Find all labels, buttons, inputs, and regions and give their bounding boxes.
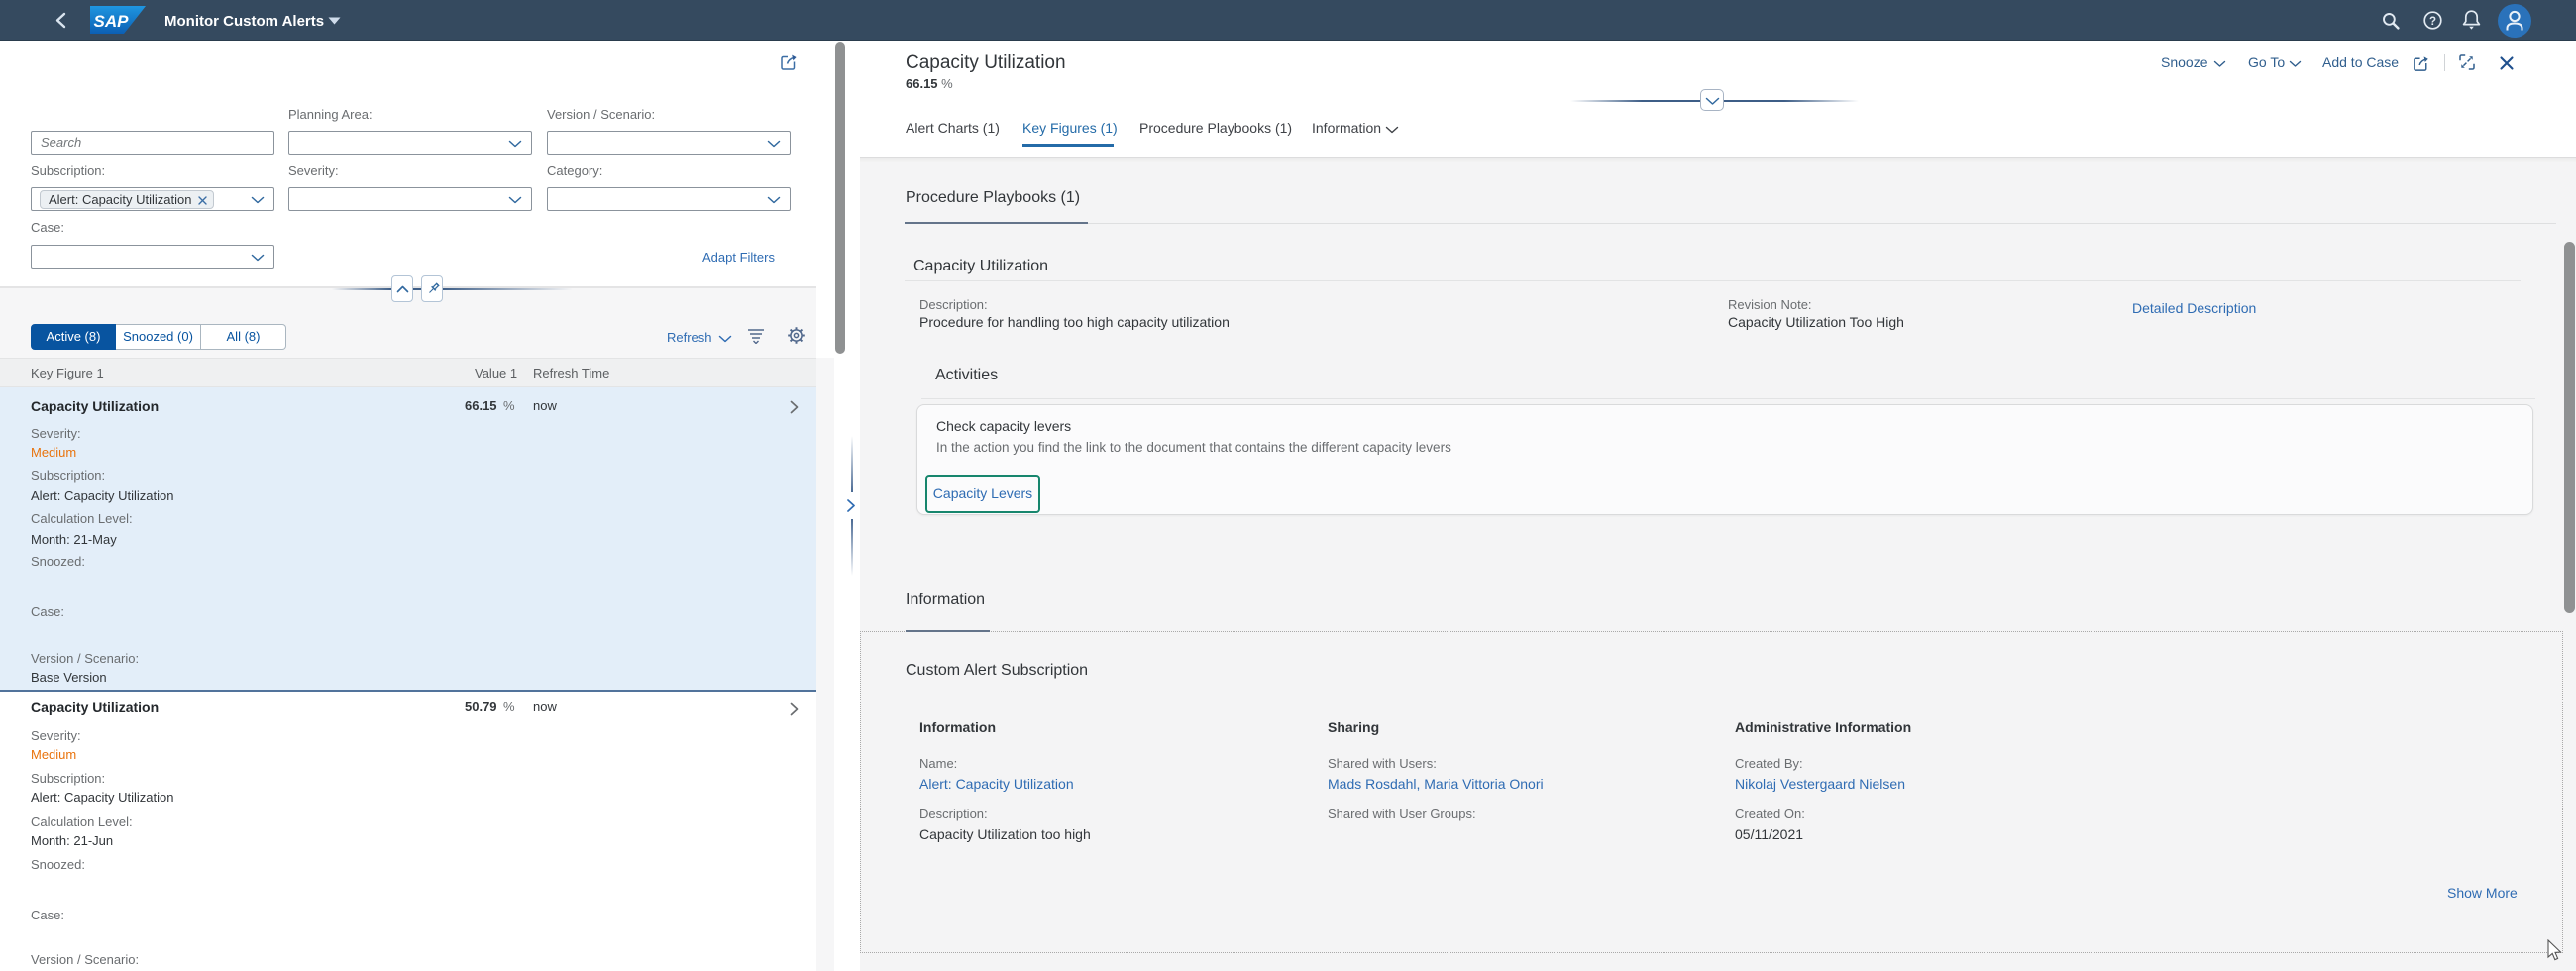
svg-text:SAP: SAP — [94, 12, 130, 31]
svg-text:?: ? — [2429, 16, 2436, 28]
